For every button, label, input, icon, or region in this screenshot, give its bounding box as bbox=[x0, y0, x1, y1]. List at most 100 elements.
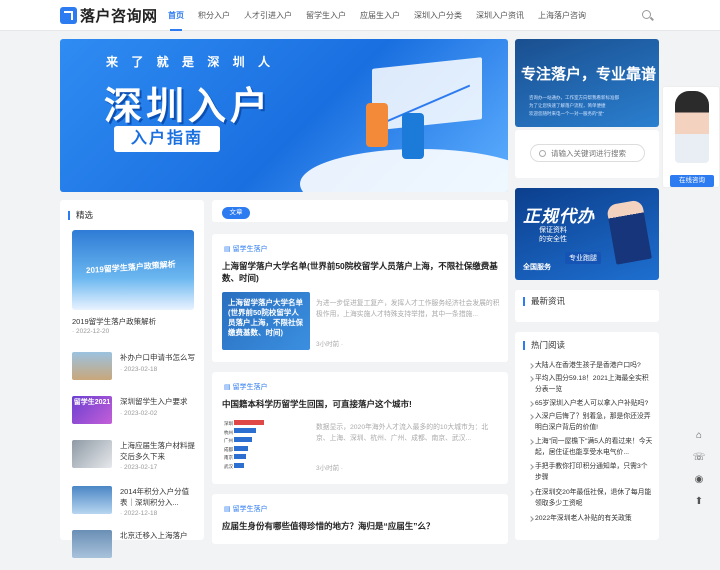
list-item-date: · 2022-12-18 bbox=[120, 510, 158, 517]
ad-banner-mid[interactable]: 正规代办 保证资料 的安全性 专业跑腿 全国服务 bbox=[515, 188, 659, 280]
list-item-title: 上海应届生落户材料提交后多久下来 bbox=[120, 441, 195, 461]
list-thumb bbox=[72, 440, 112, 468]
list-item-title: 2014年积分入户分值表｜深圳积分入... bbox=[120, 487, 190, 507]
hot-reading-box: 热门阅读 大陆人在香港生孩子是香港户口吗? 平均入围分59.18！2021上海最… bbox=[515, 332, 659, 540]
post-title[interactable]: 上海留学落户大学名单(世界前50院校留学人员落户上海，不限社保缴费基数、时间) bbox=[222, 260, 498, 284]
nav-item-home[interactable]: 首页 bbox=[168, 0, 184, 31]
post-title[interactable]: 应届生身份有哪些值得珍惜的地方？海归是“应届生”么？ bbox=[222, 520, 498, 532]
featured-image-text: 2019留学生落户政策解析 bbox=[85, 259, 177, 276]
agent-avatar bbox=[675, 91, 709, 163]
bar bbox=[234, 437, 252, 442]
hot-item[interactable]: 大陆人在香港生孩子是香港户口吗? bbox=[529, 360, 653, 371]
person-illustration bbox=[366, 103, 388, 147]
nav-item-overseas[interactable]: 留学生入户 bbox=[306, 0, 346, 31]
post-title[interactable]: 中国籍本科学历留学生回国，可直接落户这个城市! bbox=[222, 398, 498, 410]
list-item-date: · 2023-02-18 bbox=[120, 366, 158, 373]
post-category[interactable]: ▤ 留学生落户 bbox=[224, 244, 268, 254]
bar bbox=[234, 428, 256, 433]
featured-card: 精选 2019留学生落户政策解析 2019留学生落户政策解析 · 2022-12… bbox=[60, 200, 204, 558]
logo-text: 落户咨询网 bbox=[80, 8, 158, 25]
post-thumb-text: 上海留学落户大学名单(世界前50院校留学人员落户上海，不限社保缴费基数、时间) bbox=[228, 298, 303, 337]
featured-date: · 2022-12-20 bbox=[72, 328, 110, 335]
list-thumb: 留学生2021 bbox=[72, 396, 112, 424]
featured-image[interactable]: 2019留学生落户政策解析 bbox=[72, 230, 194, 310]
list-thumb bbox=[72, 352, 112, 380]
hot-item[interactable]: 2022年深圳老人补贴的有关政策 bbox=[529, 513, 653, 524]
ad-badge: 专业跑腿 bbox=[565, 252, 601, 264]
list-item[interactable]: 补办户口申请书怎么写 · 2023-02-18 bbox=[72, 352, 195, 392]
post-card[interactable]: ▤ 留学生落户 中国籍本科学历留学生回国，可直接落户这个城市! 深圳 杭州 广州 成都… bbox=[212, 372, 508, 484]
post-card[interactable]: ▤ 留学生落户 上海留学落户大学名单(世界前50院校留学人员落户上海，不限社保缴… bbox=[212, 234, 508, 362]
ad-line: 欢迎您随时来电一个一对一服务的“星” bbox=[529, 111, 604, 116]
tab-articles[interactable]: 文章 bbox=[222, 207, 250, 219]
section-title: 热门阅读 bbox=[523, 341, 565, 350]
list-item[interactable]: 上海应届生落户材料提交后多久下来 · 2023-02-17 bbox=[72, 440, 195, 480]
hero-banner[interactable]: 来 了 就 是 深 圳 人 深圳入户 入户指南 bbox=[60, 39, 508, 192]
nav-item-points[interactable]: 积分入户 bbox=[198, 0, 230, 31]
hot-item[interactable]: 平均入围分59.18！2021上海最全实积分表一览 bbox=[529, 373, 653, 395]
hot-item[interactable]: 65岁深圳入户老人可以拿入户补贴吗? bbox=[529, 398, 653, 409]
online-consult-button[interactable]: 在线咨询 bbox=[670, 175, 714, 187]
header: 落户咨询网 首页 积分入户 人才引进入户 留学生入户 应届生入户 深圳入户分类 … bbox=[0, 0, 720, 31]
main-nav: 首页 积分入户 人才引进入户 留学生入户 应届生入户 深圳入户分类 深圳入户资讯… bbox=[161, 0, 593, 31]
post-excerpt: 数据显示，2020年海外人才流入最多的的10大城市为：北京、上海、深圳、杭州、广… bbox=[316, 424, 489, 442]
bar-chart-labels: 深圳 杭州 广州 成都 南京 武汉 bbox=[224, 421, 233, 469]
bar bbox=[234, 446, 248, 451]
ad-badge: 全国服务 bbox=[523, 264, 551, 271]
post-thumb[interactable]: 深圳 杭州 广州 成都 南京 武汉 bbox=[222, 416, 310, 474]
sidebar-search bbox=[530, 144, 645, 162]
section-title: 最新资讯 bbox=[523, 297, 565, 306]
list-item-date: · 2023-02-17 bbox=[120, 464, 158, 471]
search-icon[interactable] bbox=[642, 10, 651, 19]
article-tabs: 文章 bbox=[212, 200, 508, 222]
chart-board-illustration bbox=[372, 57, 482, 131]
site-logo[interactable]: 落户咨询网 bbox=[60, 5, 158, 26]
ad-line: 咨询办一站通办，工作室方向帮我看新标准都 bbox=[529, 95, 619, 100]
nav-item-graduate[interactable]: 应届生入户 bbox=[360, 0, 400, 31]
hot-item[interactable]: 入深户后悔了？别着急，那是你还没弄明白深户背后的价值! bbox=[529, 411, 653, 433]
hot-item[interactable]: 手把手教你打印积分通知单，只需3个步骤 bbox=[529, 461, 653, 483]
list-item[interactable]: 2014年积分入户分值表｜深圳积分入... · 2022-12-18 bbox=[72, 486, 194, 526]
latest-news-box: 最新资讯 bbox=[515, 290, 659, 322]
bar bbox=[234, 454, 246, 459]
nav-item-talent[interactable]: 人才引进入户 bbox=[244, 0, 292, 31]
search-icon bbox=[539, 150, 546, 157]
bar bbox=[234, 463, 244, 468]
qq-icon[interactable]: ◉ bbox=[686, 468, 712, 490]
hot-item[interactable]: 上海"同一屋檐下"满5人的看过来！今天起，居住证也能享受水电气价... bbox=[529, 436, 653, 458]
list-item-title: 补办户口申请书怎么写 bbox=[120, 353, 195, 362]
home-icon[interactable]: ⌂ bbox=[686, 424, 712, 446]
section-title: 精选 bbox=[68, 211, 93, 220]
list-item-date: · 2023-02-02 bbox=[120, 410, 158, 417]
banner-subtitle: 来 了 就 是 深 圳 人 bbox=[106, 55, 276, 69]
post-thumb[interactable]: 上海留学落户大学名单(世界前50院校留学人员落户上海，不限社保缴费基数、时间) bbox=[222, 292, 310, 350]
post-card[interactable]: ▤ 留学生落户 应届生身份有哪些值得珍惜的地方？海归是“应届生”么？ bbox=[212, 494, 508, 544]
list-thumb bbox=[72, 486, 112, 514]
ad-line: 为了让您快速了解落户流程，简单便捷 bbox=[529, 103, 606, 108]
list-item-title: 深圳留学生入户要求 bbox=[120, 397, 188, 406]
hot-item[interactable]: 在深圳交20年最低社保，退休了每月能领取多少工资呢 bbox=[529, 487, 653, 509]
nav-item-shenzhen-category[interactable]: 深圳入户分类 bbox=[414, 0, 462, 31]
nav-item-shanghai[interactable]: 上海落户咨询 bbox=[538, 0, 586, 31]
phone-icon[interactable]: ☏ bbox=[686, 446, 712, 468]
customer-service-widget: 在线咨询 bbox=[662, 86, 720, 188]
featured-title[interactable]: 2019留学生落户政策解析 bbox=[72, 316, 156, 327]
arrow-up-icon[interactable]: ⬆ bbox=[686, 490, 712, 512]
list-item[interactable]: 留学生2021 深圳留学生入户要求 · 2023-02-02 bbox=[72, 396, 194, 436]
ad-banner-top[interactable]: 专注落户，专业靠谱 咨询办一站通办，工作室方向帮我看新标准都 为了让您快速了解落… bbox=[515, 39, 659, 127]
post-time: 3小时前 · bbox=[316, 341, 344, 348]
runner-illustration bbox=[606, 199, 652, 265]
list-thumb bbox=[72, 530, 112, 558]
post-category[interactable]: ▤ 留学生落户 bbox=[224, 382, 268, 392]
list-item[interactable]: 北京迁移入上海落户 bbox=[72, 530, 194, 570]
post-excerpt: 为进一步促进复工复产，发挥人才工作服务经济社会发展的积极作用，上海实施人才特殊支… bbox=[316, 300, 500, 318]
banner-title: 深圳入户 bbox=[104, 86, 273, 128]
post-time: 3小时前 · bbox=[316, 465, 344, 472]
ad-title: 正规代办 bbox=[523, 207, 595, 226]
post-category[interactable]: ▤ 留学生落户 bbox=[224, 504, 268, 514]
nav-item-shenzhen-news[interactable]: 深圳入户资讯 bbox=[476, 0, 524, 31]
banner-tag: 入户指南 bbox=[114, 126, 220, 152]
search-input[interactable] bbox=[551, 147, 641, 159]
ad-subtitle: 保证资料 的安全性 bbox=[539, 227, 567, 243]
list-item-title: 北京迁移入上海落户 bbox=[120, 531, 188, 540]
